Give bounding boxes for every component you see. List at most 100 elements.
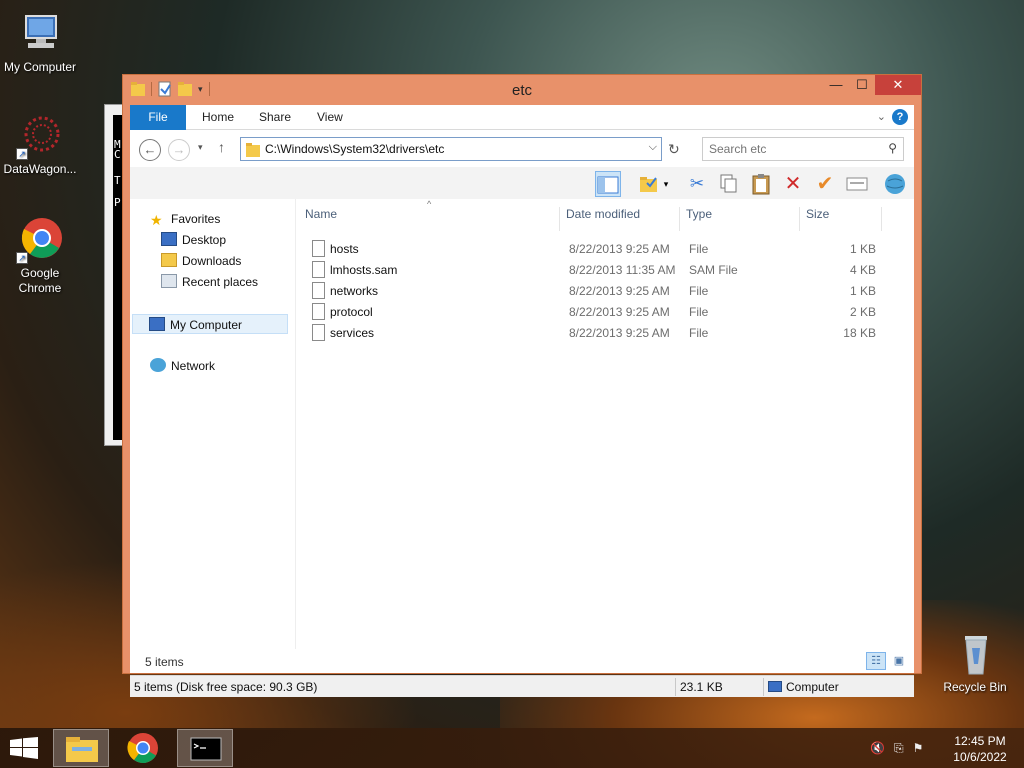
file-row[interactable]: protocol 8/22/2013 9:25 AM File 2 KB <box>308 302 908 323</box>
column-date-modified[interactable]: Date modified <box>566 207 680 231</box>
rename-check-icon[interactable]: ✔ <box>812 171 838 197</box>
large-icons-view-icon[interactable]: ▣ <box>889 652 909 670</box>
file-row[interactable]: networks 8/22/2013 9:25 AM File 1 KB <box>308 281 908 302</box>
window-controls: — ☐ ✕ <box>823 75 921 95</box>
nav-network[interactable]: Network <box>150 356 215 376</box>
desktop-icon-my-computer[interactable]: My Computer <box>0 10 80 75</box>
console-text: T <box>114 174 121 187</box>
chrome-icon <box>127 733 158 764</box>
maximize-button[interactable]: ☐ <box>849 75 875 95</box>
clock-date: 10/6/2022 <box>953 750 1007 764</box>
status-location: Computer <box>768 680 839 694</box>
file-icon <box>312 240 325 257</box>
desktop-icon-datawagon[interactable]: ↗ DataWagon... <box>0 112 80 177</box>
nav-network-label: Network <box>171 359 216 373</box>
preview-pane-icon[interactable] <box>595 171 621 197</box>
folder-options-icon[interactable] <box>636 171 662 197</box>
chrome-icon: ↗ <box>16 216 64 264</box>
desktop-icon-google-chrome[interactable]: ↗ Google Chrome <box>0 216 80 296</box>
status-separator <box>675 678 676 696</box>
paste-icon[interactable] <box>748 171 774 197</box>
navigation-pane: ★ Favorites Desktop Downloads Recent plac… <box>130 199 296 649</box>
copy-icon[interactable] <box>716 171 742 197</box>
details-view-icon[interactable]: ☷ <box>866 652 886 670</box>
windows-logo-icon <box>10 737 38 759</box>
nav-recent-places[interactable]: Recent places <box>161 272 258 292</box>
refresh-icon[interactable]: ↻ <box>668 141 680 158</box>
minimize-button[interactable]: — <box>823 75 849 95</box>
file-name: lmhosts.sam <box>330 263 398 277</box>
taskbar-command-prompt[interactable] <box>177 729 233 767</box>
nav-favorites[interactable]: ★ Favorites <box>150 209 220 229</box>
search-icon[interactable]: ⚲ <box>888 141 897 155</box>
tab-view[interactable]: View <box>303 105 357 130</box>
cut-icon[interactable]: ✂ <box>684 171 710 197</box>
nav-my-computer[interactable]: My Computer <box>132 314 288 334</box>
status-location-label: Computer <box>786 680 839 694</box>
status-summary: 5 items (Disk free space: 90.3 GB) <box>134 680 318 694</box>
address-bar[interactable]: C:\Windows\System32\drivers\etc ⌵ <box>240 137 662 161</box>
tab-share[interactable]: Share <box>245 105 305 130</box>
file-size: 1 KB <box>849 242 876 256</box>
desktop-icon-recycle-bin[interactable]: Recycle Bin <box>935 630 1015 695</box>
action-center-flag-icon[interactable]: ⚑ <box>913 741 924 756</box>
taskbar-chrome[interactable] <box>115 729 171 767</box>
file-icon <box>312 282 325 299</box>
column-type[interactable]: Type <box>686 207 800 231</box>
shortcut-arrow-icon: ↗ <box>16 148 28 160</box>
network-status-icon[interactable]: ⎘ <box>894 741 904 756</box>
forward-button[interactable]: → <box>168 139 190 161</box>
delete-icon[interactable]: ✕ <box>780 171 806 197</box>
column-size[interactable]: Size <box>806 207 882 231</box>
clock[interactable]: 12:45 PM 10/6/2022 <box>950 733 1010 765</box>
command-prompt-icon <box>190 737 222 761</box>
file-type: SAM File <box>689 263 738 277</box>
up-button[interactable]: ↑ <box>218 139 225 155</box>
clock-time: 12:45 PM <box>954 734 1006 748</box>
column-name[interactable]: Name <box>305 207 560 231</box>
address-dropdown-icon[interactable]: ⌵ <box>649 141 657 154</box>
computer-icon <box>768 681 782 692</box>
file-row[interactable]: services 8/22/2013 9:25 AM File 18 KB <box>308 323 908 344</box>
file-name: hosts <box>330 242 359 256</box>
file-row[interactable]: lmhosts.sam 8/22/2013 11:35 AM SAM File … <box>308 260 908 281</box>
nav-my-computer-label: My Computer <box>170 318 243 332</box>
properties-icon[interactable] <box>844 171 870 197</box>
help-icon[interactable]: ? <box>892 109 908 125</box>
volume-muted-icon[interactable]: 🔇 <box>870 741 885 756</box>
file-icon <box>312 261 325 278</box>
back-button[interactable]: ← <box>139 139 161 161</box>
file-name: networks <box>330 284 379 298</box>
window-client: File Home Share View ⌄ ? ← → ▾ ↑ C:\Wind… <box>130 105 914 697</box>
start-button[interactable] <box>10 737 38 759</box>
search-box[interactable]: ⚲ <box>702 137 904 161</box>
file-date: 8/22/2013 9:25 AM <box>569 305 670 319</box>
nav-desktop[interactable]: Desktop <box>161 230 226 250</box>
tab-file[interactable]: File <box>130 105 186 130</box>
address-path: C:\Windows\System32\drivers\etc <box>265 142 445 156</box>
nav-downloads[interactable]: Downloads <box>161 251 241 271</box>
item-count: 5 items <box>145 655 184 669</box>
address-row: ← → ▾ ↑ C:\Windows\System32\drivers\etc … <box>130 131 914 167</box>
status-size: 23.1 KB <box>680 680 723 694</box>
folder-options-dropdown-icon[interactable]: ▾ <box>660 171 672 197</box>
star-icon: ★ <box>150 212 163 228</box>
taskbar-file-explorer[interactable] <box>53 729 109 767</box>
nav-downloads-label: Downloads <box>182 254 242 268</box>
file-size: 18 KB <box>843 326 876 340</box>
search-input[interactable] <box>709 139 879 159</box>
desktop-icon <box>161 232 177 246</box>
nav-recent-places-label: Recent places <box>182 275 259 289</box>
tab-home[interactable]: Home <box>188 105 248 130</box>
explorer-window[interactable]: ▾ etc — ☐ ✕ File Home Share View ⌄ ? ← →… <box>122 74 922 697</box>
title-bar[interactable]: ▾ etc — ☐ ✕ <box>123 75 921 105</box>
recent-locations-icon[interactable]: ▾ <box>198 142 203 153</box>
recycle-bin-icon <box>951 630 999 678</box>
collapse-ribbon-icon[interactable]: ⌄ <box>877 110 886 123</box>
globe-icon[interactable] <box>882 171 908 197</box>
file-row[interactable]: hosts 8/22/2013 9:25 AM File 1 KB <box>308 239 908 260</box>
close-button[interactable]: ✕ <box>875 75 921 95</box>
items-status: 5 items ☷ ▣ <box>130 649 914 673</box>
console-text: C <box>114 148 121 161</box>
folder-icon <box>246 143 260 157</box>
